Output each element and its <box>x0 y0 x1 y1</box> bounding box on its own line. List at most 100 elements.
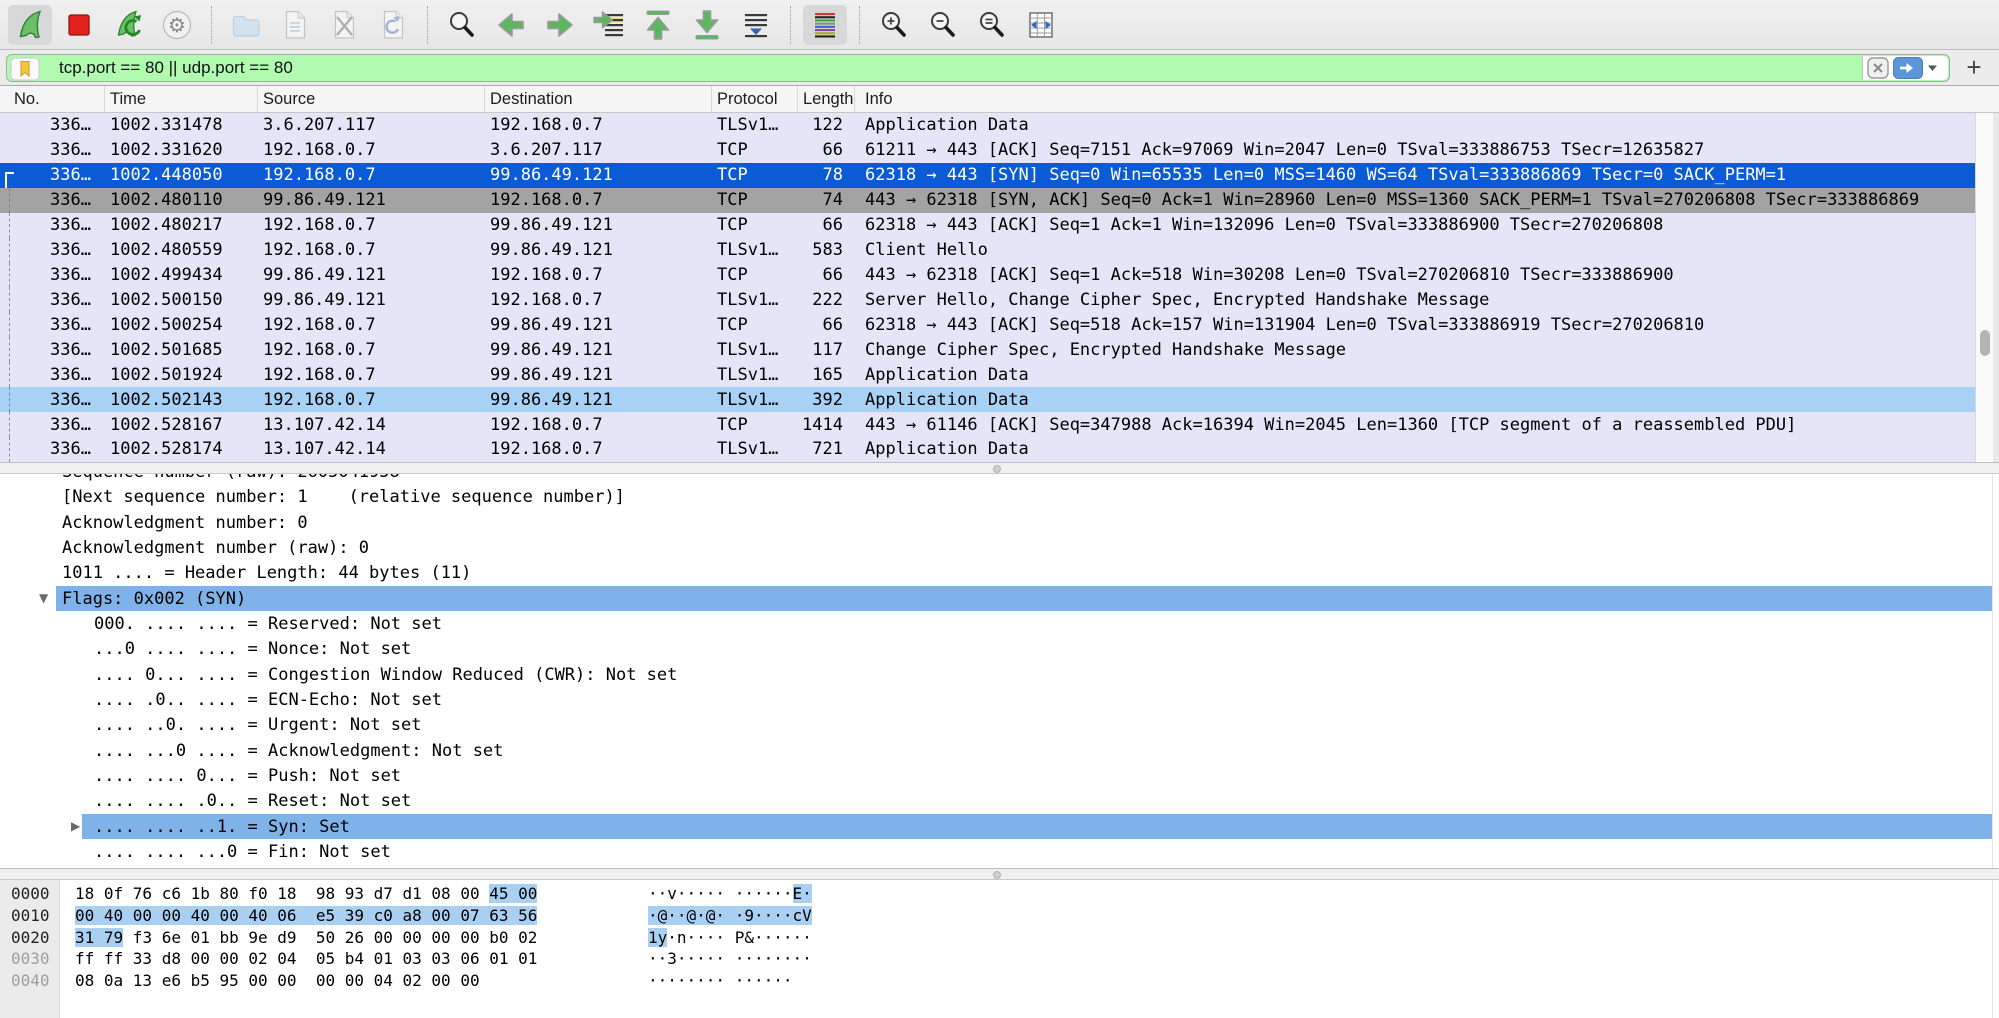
cell-no: 336… <box>14 165 105 185</box>
column-header-time[interactable]: Time <box>105 86 258 112</box>
filter-history-chevron-icon[interactable] <box>1927 64 1938 72</box>
hex-row[interactable]: 001000 40 00 00 40 00 40 06 e5 39 c0 a8 … <box>0 905 1999 927</box>
column-header-source[interactable]: Source <box>258 86 485 112</box>
hex-bytes[interactable]: 18 0f 76 c6 1b 80 f0 18 98 93 d7 d1 08 0… <box>75 884 537 904</box>
hex-offset: 0040 <box>11 971 50 991</box>
ascii-bytes[interactable]: 1y·n···· P&······ <box>648 928 812 948</box>
find-packet-button[interactable] <box>440 5 484 45</box>
ascii-bytes[interactable]: ·@··@·@· ·9····cV <box>648 906 812 926</box>
ascii-bytes[interactable]: ········ ······ <box>648 971 793 991</box>
scrollbar-thumb[interactable] <box>1980 330 1990 356</box>
auto-scroll-button[interactable] <box>734 5 778 45</box>
hex-bytes[interactable]: 31 79 f3 6e 01 bb 9e d9 50 26 00 00 00 0… <box>75 928 537 948</box>
stop-capture-button[interactable] <box>57 5 101 45</box>
cell-no: 336… <box>14 290 105 310</box>
detail-line[interactable]: .... .... .0.. = Reset: Not set <box>0 788 1999 813</box>
column-header-info[interactable]: Info <box>855 86 1999 112</box>
open-file-button[interactable] <box>224 5 268 45</box>
detail-line[interactable]: 1011 .... = Header Length: 44 bytes (11) <box>0 560 1999 585</box>
detail-line-text: .... .... 0... = Push: Not set <box>94 764 401 788</box>
previous-packet-button[interactable] <box>489 5 533 45</box>
column-header-no[interactable]: No. <box>0 86 105 112</box>
packet-row[interactable]: 336…1002.480217192.168.0.799.86.49.121TC… <box>0 213 1975 238</box>
packet-row[interactable]: 336…1002.501924192.168.0.799.86.49.121TL… <box>0 362 1975 387</box>
next-packet-button[interactable] <box>538 5 582 45</box>
detail-line[interactable]: ...0 .... .... = Nonce: Not set <box>0 636 1999 661</box>
packet-row[interactable]: 336…1002.48011099.86.49.121192.168.0.7TC… <box>0 188 1975 213</box>
start-capture-button[interactable] <box>8 5 52 45</box>
detail-line[interactable]: .... .... 0... = Push: Not set <box>0 763 1999 788</box>
first-packet-button[interactable] <box>636 5 680 45</box>
detail-line-text: .... ..0. .... = Urgent: Not set <box>94 713 422 737</box>
save-file-button[interactable] <box>273 5 317 45</box>
zoom-out-button[interactable] <box>921 5 965 45</box>
packet-list-scrollbar[interactable] <box>1975 113 1993 462</box>
detail-line[interactable]: ▼Flags: 0x002 (SYN) <box>0 586 1999 611</box>
pane-splitter-lower[interactable] <box>0 868 1999 880</box>
expander-closed-icon[interactable]: ▶ <box>71 819 80 833</box>
detail-line[interactable]: Acknowledgment number (raw): 0 <box>0 535 1999 560</box>
packet-row[interactable]: 336…1002.49943499.86.49.121192.168.0.7TC… <box>0 263 1975 288</box>
packet-row[interactable]: 336…1002.331620192.168.0.73.6.207.117TCP… <box>0 138 1975 163</box>
hex-bytes[interactable]: ff ff 33 d8 00 00 02 04 05 b4 01 03 03 0… <box>75 949 537 969</box>
cell-src: 192.168.0.7 <box>258 165 485 185</box>
restart-capture-button[interactable] <box>106 5 150 45</box>
ascii-bytes[interactable]: ··v····· ······E· <box>648 884 812 904</box>
hex-row[interactable]: 002031 79 f3 6e 01 bb 9e d9 50 26 00 00 … <box>0 927 1999 949</box>
resize-columns-button[interactable] <box>1019 5 1063 45</box>
hex-offset: 0000 <box>11 884 50 904</box>
cell-proto: TLSv1… <box>712 390 798 410</box>
colorize-packets-button[interactable] <box>803 5 847 45</box>
clear-filter-icon[interactable] <box>1867 57 1889 79</box>
detail-line[interactable]: [Next sequence number: 1 (relative seque… <box>0 484 1999 509</box>
detail-line[interactable]: .... ...0 .... = Acknowledgment: Not set <box>0 738 1999 763</box>
close-file-button[interactable] <box>322 5 366 45</box>
filter-text-field[interactable] <box>59 55 1759 81</box>
packet-row[interactable]: 336…1002.501685192.168.0.799.86.49.121TL… <box>0 337 1975 362</box>
save-document-icon <box>278 8 312 42</box>
hex-row[interactable]: 0000 18 0f 76 c6 1b 80 f0 18 98 93 d7 d1 … <box>0 883 1999 905</box>
expander-open-icon[interactable]: ▼ <box>39 591 48 605</box>
packet-row[interactable]: 336…1002.52816713.107.42.14192.168.0.7TC… <box>0 412 1975 437</box>
ascii-bytes[interactable]: ··3····· ········ <box>648 949 812 969</box>
detail-line[interactable]: .... 0... .... = Congestion Window Reduc… <box>0 662 1999 687</box>
cell-time: 1002.480559 <box>105 240 258 260</box>
pane-splitter-upper[interactable] <box>0 462 1999 474</box>
detail-line[interactable]: Sequence number (raw): 2605041958 <box>0 474 1999 484</box>
packet-row[interactable]: 336…1002.3314783.6.207.117192.168.0.7TLS… <box>0 113 1975 138</box>
reload-file-button[interactable] <box>371 5 415 45</box>
column-header-protocol[interactable]: Protocol <box>712 86 798 112</box>
column-header-destination[interactable]: Destination <box>485 86 712 112</box>
packet-row[interactable]: 336…1002.480559192.168.0.799.86.49.121TL… <box>0 238 1975 263</box>
packet-row[interactable]: 336…1002.52817413.107.42.14192.168.0.7TL… <box>0 437 1975 462</box>
splitter-handle-icon <box>993 871 1001 879</box>
detail-line[interactable]: 000. .... .... = Reserved: Not set <box>0 611 1999 636</box>
column-header-length[interactable]: Length <box>798 86 855 112</box>
hex-bytes[interactable]: 08 0a 13 e6 b5 95 00 00 00 00 04 02 00 0… <box>75 971 480 991</box>
hex-row[interactable]: 0040 08 0a 13 e6 b5 95 00 00 00 00 04 02 … <box>0 970 1999 992</box>
apply-filter-icon[interactable] <box>1893 57 1923 79</box>
cell-no: 336… <box>14 415 105 435</box>
detail-line[interactable]: .... .0.. .... = ECN-Echo: Not set <box>0 687 1999 712</box>
capture-options-button[interactable]: ⚙ <box>155 5 199 45</box>
zoom-100-button[interactable] <box>970 5 1014 45</box>
go-to-packet-button[interactable] <box>587 5 631 45</box>
filter-bookmark-icon[interactable] <box>10 57 40 81</box>
related-packet-indicator <box>0 113 14 138</box>
detail-line[interactable]: Acknowledgment number: 0 <box>0 510 1999 535</box>
hex-bytes[interactable]: 00 40 00 00 40 00 40 06 e5 39 c0 a8 00 0… <box>75 906 537 926</box>
display-filter-input[interactable] <box>6 54 1950 82</box>
add-filter-button[interactable]: + <box>1958 52 1990 82</box>
detail-line[interactable]: .... .... ...0 = Fin: Not set <box>0 839 1999 864</box>
packet-row[interactable]: 336…1002.448050192.168.0.799.86.49.121TC… <box>0 163 1975 188</box>
resize-columns-icon <box>1024 8 1058 42</box>
detail-line[interactable]: ▶.... .... ..1. = Syn: Set <box>0 814 1999 839</box>
zoom-in-button[interactable] <box>872 5 916 45</box>
packet-row[interactable]: 336…1002.50015099.86.49.121192.168.0.7TL… <box>0 287 1975 312</box>
cell-time: 1002.480217 <box>105 215 258 235</box>
packet-row[interactable]: 336…1002.502143192.168.0.799.86.49.121TL… <box>0 387 1975 412</box>
hex-row[interactable]: 0030ff ff 33 d8 00 00 02 04 05 b4 01 03 … <box>0 948 1999 970</box>
packet-row[interactable]: 336…1002.500254192.168.0.799.86.49.121TC… <box>0 312 1975 337</box>
last-packet-button[interactable] <box>685 5 729 45</box>
detail-line[interactable]: .... ..0. .... = Urgent: Not set <box>0 712 1999 737</box>
